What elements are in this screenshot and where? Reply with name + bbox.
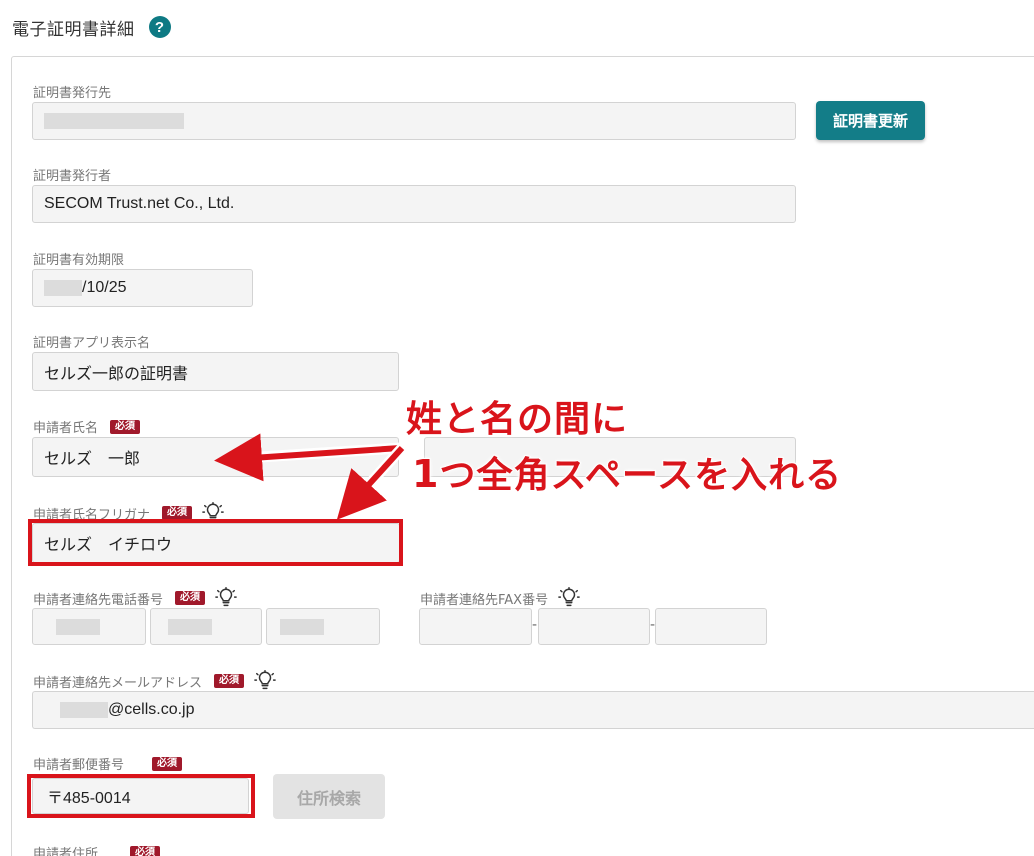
certificate-detail-page: 電子証明書詳細 ? 証明書発行先 証明書更新 証明書発行者 SECOM Trus… — [0, 0, 1034, 856]
annotation-line2: 1つ全角スペースを入れる — [411, 451, 843, 497]
annotation-line1: 姓と名の間に — [405, 398, 629, 441]
arrow-to-kana-field — [336, 445, 405, 520]
